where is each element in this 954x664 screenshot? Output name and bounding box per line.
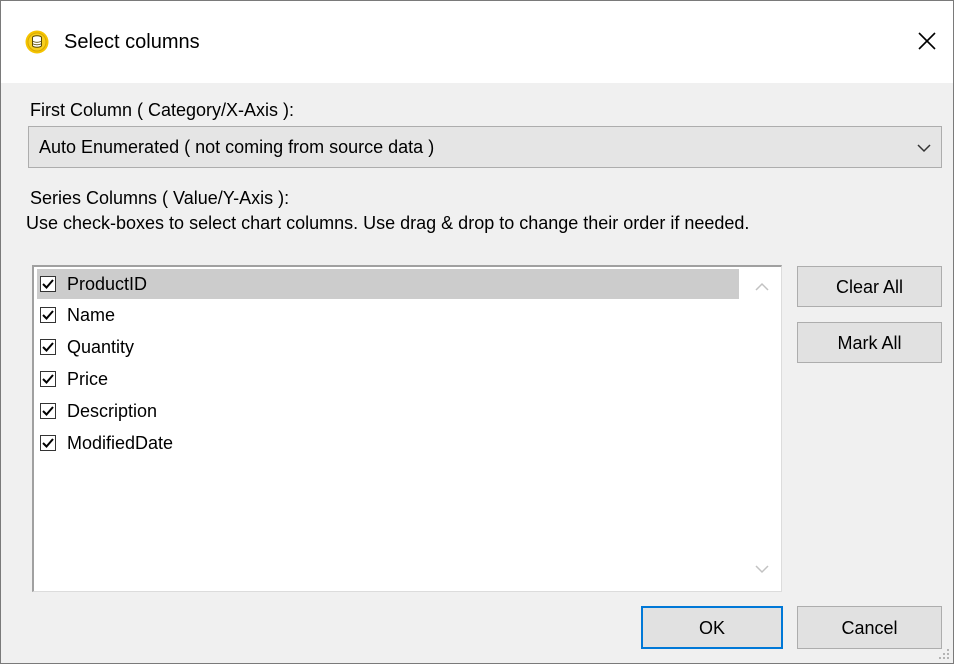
close-button[interactable] — [907, 21, 947, 61]
dialog-title: Select columns — [64, 31, 200, 53]
first-column-label: First Column ( Category/X-Axis ): — [30, 100, 295, 120]
list-item-productid[interactable]: ProductID — [37, 269, 739, 299]
resize-grip-icon[interactable] — [936, 646, 950, 660]
list-item-name[interactable]: Name — [37, 300, 739, 330]
list-item-modifieddate[interactable]: ModifiedDate — [37, 428, 739, 458]
checkbox-modifieddate[interactable] — [40, 435, 56, 451]
chevron-down-icon[interactable] — [754, 563, 770, 575]
first-column-dropdown[interactable]: Auto Enumerated ( not coming from source… — [28, 126, 942, 168]
checkbox-price[interactable] — [40, 371, 56, 387]
clear-all-button[interactable]: Clear All — [797, 266, 942, 307]
series-columns-label: Series Columns ( Value/Y-Axis ): — [30, 188, 290, 208]
list-item-description[interactable]: Description — [37, 396, 739, 426]
checkmark-icon — [42, 438, 54, 448]
database-icon — [25, 30, 49, 54]
checkbox-productid[interactable] — [40, 276, 56, 292]
series-columns-list[interactable]: ProductID Name Quantity Price Descriptio… — [32, 265, 782, 592]
list-item-label: Description — [67, 401, 158, 421]
list-item-quantity[interactable]: Quantity — [37, 332, 739, 362]
checkbox-quantity[interactable] — [40, 339, 56, 355]
list-item-label: Quantity — [67, 337, 135, 357]
checkmark-icon — [42, 342, 54, 352]
title-bar[interactable]: Select columns — [1, 1, 953, 83]
chevron-up-icon[interactable] — [754, 281, 770, 293]
chevron-down-icon — [917, 144, 931, 153]
checkbox-name[interactable] — [40, 307, 56, 323]
checkmark-icon — [42, 406, 54, 416]
close-icon — [918, 32, 936, 50]
list-item-label: ProductID — [67, 274, 148, 294]
list-item-label: ModifiedDate — [67, 433, 174, 453]
list-item-label: Name — [67, 305, 116, 325]
list-item-price[interactable]: Price — [37, 364, 739, 394]
checkmark-icon — [42, 279, 54, 289]
cancel-button[interactable]: Cancel — [797, 606, 942, 649]
mark-all-button[interactable]: Mark All — [797, 322, 942, 363]
list-item-label: Price — [67, 369, 109, 389]
checkmark-icon — [42, 310, 54, 320]
checkbox-description[interactable] — [40, 403, 56, 419]
series-columns-items: ProductID Name Quantity Price Descriptio… — [35, 268, 741, 591]
series-columns-hint: Use check-boxes to select chart columns.… — [26, 213, 750, 233]
select-columns-dialog: Select columns First Column ( Category/X… — [0, 0, 954, 664]
ok-button[interactable]: OK — [641, 606, 783, 649]
first-column-selected-value: Auto Enumerated ( not coming from source… — [39, 137, 435, 157]
checkmark-icon — [42, 374, 54, 384]
list-scrollbar[interactable] — [743, 267, 781, 591]
